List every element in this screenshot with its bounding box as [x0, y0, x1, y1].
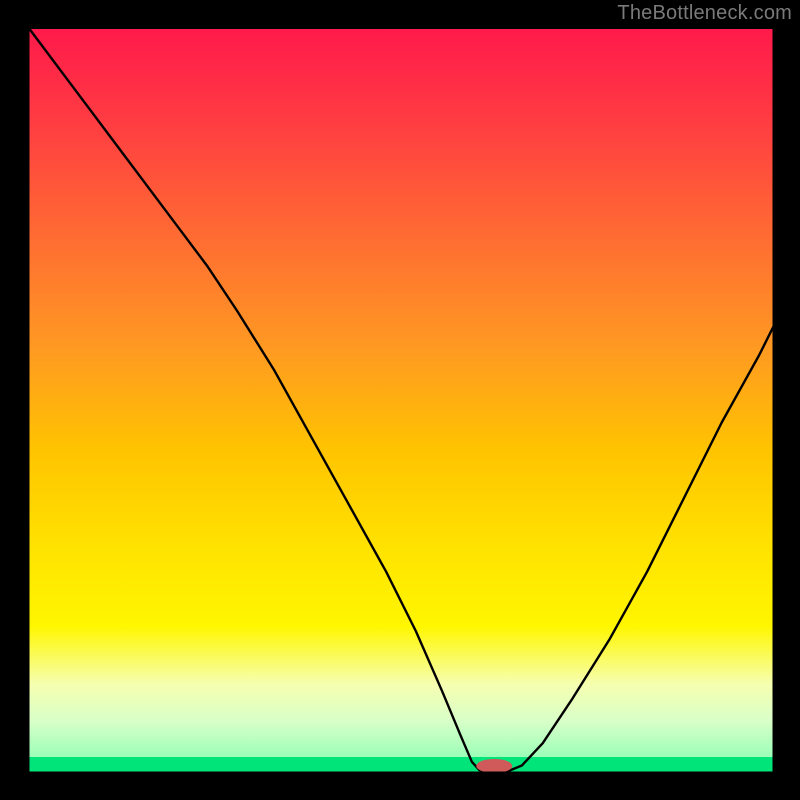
chart-svg: [0, 0, 800, 800]
optimal-marker: [476, 759, 512, 773]
chart-stage: { "watermark": "TheBottleneck.com", "plo…: [0, 0, 800, 800]
gradient-background: [28, 29, 774, 757]
green-band: [28, 757, 774, 773]
